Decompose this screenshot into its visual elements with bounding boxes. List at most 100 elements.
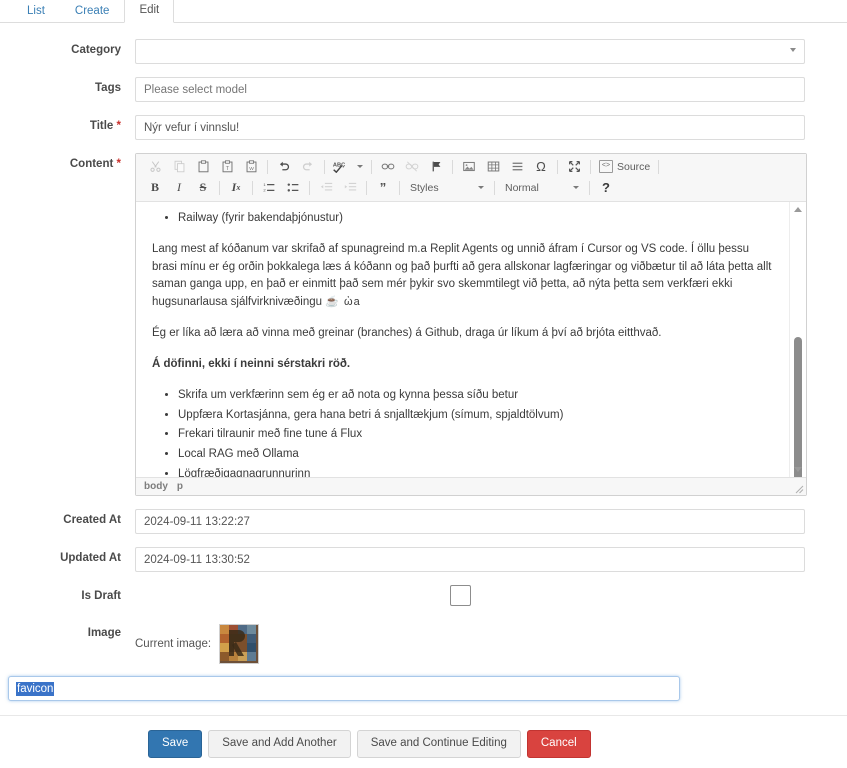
tags-input[interactable] — [135, 77, 805, 102]
thumbnail-artwork — [220, 625, 257, 661]
tags-control — [135, 77, 805, 102]
list-item: Railway (fyrir bakendaþjónustur) — [178, 210, 772, 228]
editor-paragraph-1: Lang mest af kóðanum var skrifað af spun… — [152, 241, 772, 312]
scrollbar-track[interactable] — [790, 217, 806, 477]
field-row-tags: Tags — [0, 77, 847, 102]
editor-body: Railway (fyrir bakendaþjónustur) Lang me… — [136, 202, 806, 477]
title-control — [135, 115, 805, 140]
toolbar-separator — [324, 159, 325, 174]
field-row-category: Category — [0, 39, 847, 64]
source-button-label: Source — [617, 160, 651, 173]
updated-at-input[interactable] — [135, 547, 805, 572]
image-icon[interactable] — [458, 158, 480, 175]
toolbar-separator — [267, 159, 268, 174]
link-icon[interactable] — [377, 158, 399, 175]
strikethrough-icon[interactable]: S — [192, 179, 214, 196]
form-actions: Save Save and Add Another Save and Conti… — [0, 716, 847, 758]
field-row-title: Title * — [0, 115, 847, 140]
current-image-thumbnail[interactable] — [219, 624, 260, 664]
label-image: Image — [87, 627, 121, 639]
redo-icon[interactable] — [297, 158, 319, 175]
bulleted-list-icon[interactable] — [282, 179, 304, 196]
copy-icon[interactable] — [168, 158, 190, 175]
field-row-updated-at: Updated At — [0, 547, 847, 572]
editor-content-area[interactable]: Railway (fyrir bakendaþjónustur) Lang me… — [136, 202, 788, 477]
editor-toolbar-row-1: T W ABÇ Ω <> Source — [140, 156, 802, 177]
scrollbar-thumb[interactable] — [794, 337, 802, 477]
styles-dropdown-label: Styles — [410, 181, 439, 194]
cut-icon[interactable] — [144, 158, 166, 175]
paragraph-format-label: Normal — [505, 181, 539, 194]
about-icon[interactable]: ? — [595, 179, 617, 196]
updated-at-control — [135, 547, 805, 572]
category-select[interactable] — [135, 39, 805, 64]
is-draft-checkbox[interactable] — [450, 585, 471, 606]
paragraph-format-dropdown[interactable]: Normal — [501, 179, 583, 196]
filename-input-value: favicon — [16, 681, 55, 696]
cancel-button[interactable]: Cancel — [526, 730, 591, 758]
toolbar-separator — [366, 180, 367, 195]
current-image-label: Current image: — [135, 638, 212, 650]
scroll-up-icon[interactable] — [790, 202, 806, 217]
maximize-icon[interactable] — [563, 158, 585, 175]
edit-form: Category Tags Title * Content * — [0, 23, 847, 758]
required-marker-content: * — [116, 158, 121, 170]
svg-text:2: 2 — [263, 188, 266, 193]
styles-dropdown[interactable]: Styles — [406, 179, 488, 196]
toolbar-separator — [309, 180, 310, 195]
svg-text:1: 1 — [263, 182, 266, 187]
numbered-list-icon[interactable]: 12 — [258, 179, 280, 196]
created-at-input[interactable] — [135, 509, 805, 534]
paste-from-word-icon[interactable]: W — [240, 158, 262, 175]
title-input[interactable] — [135, 115, 805, 140]
created-at-control — [135, 509, 805, 534]
current-image-row: Current image: — [135, 622, 805, 664]
label-updated-at: Updated At — [60, 552, 121, 564]
filename-input[interactable]: favicon — [8, 676, 680, 701]
remove-format-icon[interactable]: Ix — [225, 179, 247, 196]
editor-scrollbar[interactable] — [789, 202, 806, 477]
save-and-continue-editing-button[interactable]: Save and Continue Editing — [356, 730, 521, 758]
list-item: Local RAG með Ollama — [178, 446, 772, 464]
save-button[interactable]: Save — [148, 730, 203, 758]
editor-paragraph-1-text: Lang mest af kóðanum var skrifað af spun… — [152, 242, 772, 309]
source-button[interactable]: <> Source — [595, 158, 654, 175]
unlink-icon[interactable] — [401, 158, 423, 175]
field-row-is-draft: Is Draft — [0, 585, 847, 606]
svg-text:W: W — [249, 166, 254, 172]
toolbar-separator — [452, 159, 453, 174]
paste-icon[interactable] — [192, 158, 214, 175]
scroll-down-icon[interactable] — [790, 462, 806, 477]
tab-create[interactable]: Create — [60, 0, 125, 23]
special-character-icon[interactable]: Ω — [530, 158, 552, 175]
horizontal-rule-icon[interactable] — [506, 158, 528, 175]
chevron-down-icon — [790, 48, 796, 52]
list-item: Uppfæra Kortasjánna, gera hana betri á s… — [178, 407, 772, 425]
blockquote-icon[interactable]: ” — [372, 179, 394, 196]
outdent-icon[interactable] — [315, 179, 337, 196]
rich-text-editor: T W ABÇ Ω <> Source B I S I x 1 2 ” Styl… — [135, 153, 807, 496]
indent-icon[interactable] — [339, 179, 361, 196]
label-title-text: Title — [89, 120, 114, 132]
bold-icon[interactable]: B — [144, 179, 166, 196]
spellcheck-icon[interactable]: ABÇ — [330, 158, 352, 175]
save-and-add-another-button[interactable]: Save and Add Another — [208, 730, 351, 758]
tab-edit[interactable]: Edit — [124, 0, 175, 23]
paste-as-text-icon[interactable]: T — [216, 158, 238, 175]
italic-icon[interactable]: I — [168, 179, 190, 196]
table-icon[interactable] — [482, 158, 504, 175]
field-row-image: Image Current image: — [0, 622, 847, 664]
resize-grip-icon[interactable] — [795, 485, 804, 494]
tab-list[interactable]: List — [12, 0, 60, 23]
undo-icon[interactable] — [273, 158, 295, 175]
anchor-flag-icon[interactable] — [425, 158, 447, 175]
category-select-wrapper[interactable] — [135, 39, 805, 64]
element-path-p[interactable]: p — [177, 481, 183, 492]
toolbar-separator — [658, 159, 660, 174]
list-item: Lögfræðigagnagrunnurinn — [178, 466, 772, 477]
toolbar-separator — [371, 159, 372, 174]
element-path-body[interactable]: body — [144, 481, 168, 492]
toolbar-separator — [399, 180, 400, 195]
label-category: Category — [71, 44, 121, 56]
spellcheck-dropdown[interactable] — [355, 158, 365, 175]
